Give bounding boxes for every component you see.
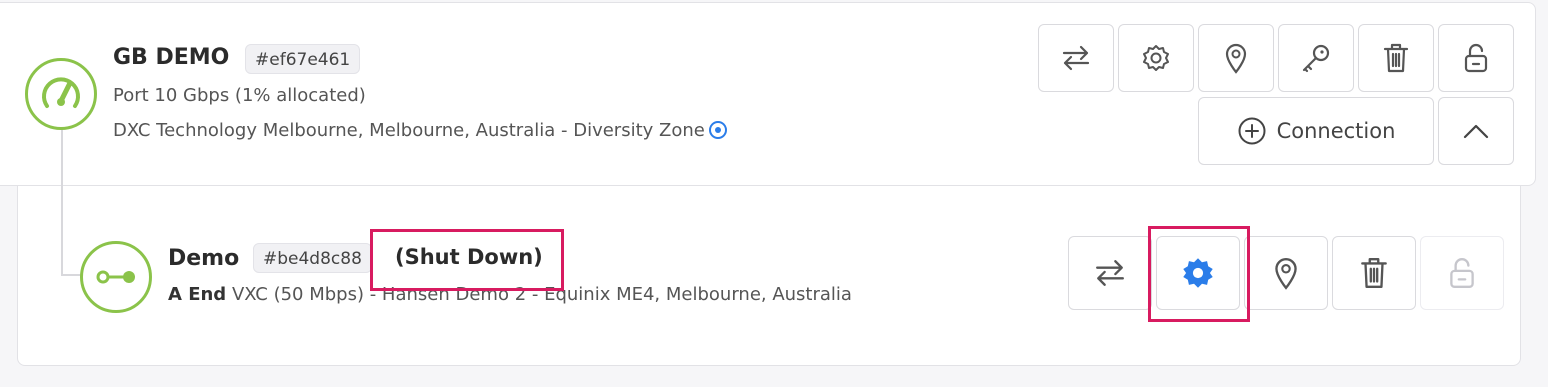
port-vxc-connector-line [61,126,85,276]
delete-icon [1383,43,1409,73]
vxc-lock-button[interactable] [1420,236,1504,310]
port-transfer-button[interactable] [1038,24,1114,92]
port-delete-button[interactable] [1358,24,1434,92]
transfer-icon [1096,260,1124,286]
collapse-button[interactable] [1438,97,1514,165]
port-name: GB DEMO [113,45,230,70]
vxc-details: A End VXC (50 Mbps) - Hansen Demo 2 - Eq… [168,284,852,305]
vxc-details-text: VXC (50 Mbps) - Hansen Demo 2 - Equinix … [231,284,852,305]
unlock-icon [1450,258,1474,288]
vxc-status: (Shut Down) [395,245,543,269]
vxc-uid-badge[interactable]: #be4d8c88 [253,243,372,273]
port-key-button[interactable] [1278,24,1354,92]
unlock-icon [1464,43,1488,73]
vxc-name: Demo [168,246,240,271]
chevron-up-icon [1463,124,1489,139]
location-pin-icon [1275,258,1297,290]
plus-circle-icon [1238,117,1266,145]
vxc-location-button[interactable] [1244,236,1328,310]
add-connection-label: Connection [1276,119,1396,143]
diversity-zone-icon [708,121,727,139]
vxc-connection-icon [80,241,152,313]
port-location-text: DXC Technology Melbourne, Melbourne, Aus… [113,120,705,141]
key-icon [1302,44,1330,73]
port-location-button[interactable] [1198,24,1274,92]
settings-icon [1183,258,1213,288]
port-location: DXC Technology Melbourne, Melbourne, Aus… [113,120,727,141]
services-screen: GB DEMO #ef67e461 Port 10 Gbps (1% alloc… [0,0,1548,387]
vxc-transfer-button[interactable] [1068,236,1152,310]
port-uid-badge[interactable]: #ef67e461 [245,44,361,74]
transfer-icon [1062,45,1090,71]
delete-icon [1361,258,1387,288]
settings-icon [1143,45,1169,71]
location-pin-icon [1225,43,1247,74]
port-speed: Port 10 Gbps (1% allocated) [113,85,366,106]
port-lock-button[interactable] [1438,24,1514,92]
port-speedometer-icon [25,58,97,130]
port-settings-button[interactable] [1118,24,1194,92]
add-connection-button[interactable]: Connection [1198,97,1434,165]
vxc-end-label: A End [168,284,227,305]
vxc-delete-button[interactable] [1332,236,1416,310]
vxc-settings-button[interactable] [1156,236,1240,310]
